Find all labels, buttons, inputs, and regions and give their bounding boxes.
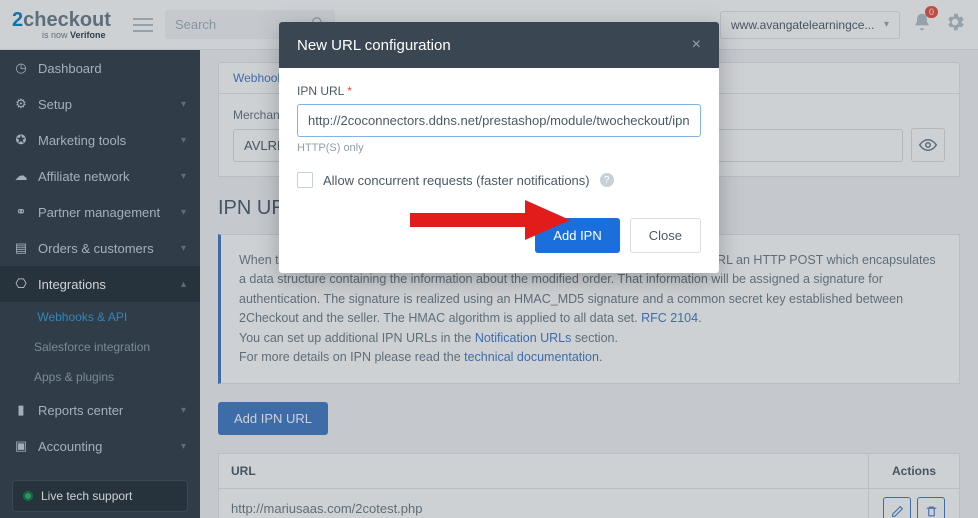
new-url-modal: New URL configuration × IPN URL * HTTP(S… bbox=[279, 22, 719, 273]
concurrent-requests-label: Allow concurrent requests (faster notifi… bbox=[323, 173, 590, 188]
close-button[interactable]: Close bbox=[630, 218, 701, 253]
ipn-url-hint: HTTP(S) only bbox=[297, 142, 701, 154]
ipn-url-label: IPN URL * bbox=[297, 84, 701, 98]
modal-close-button[interactable]: × bbox=[692, 36, 701, 54]
concurrent-requests-checkbox[interactable] bbox=[297, 172, 313, 188]
modal-title: New URL configuration bbox=[297, 37, 451, 54]
help-icon[interactable]: ? bbox=[600, 173, 614, 187]
ipn-url-input[interactable] bbox=[297, 104, 701, 137]
add-ipn-button[interactable]: Add IPN bbox=[535, 218, 619, 253]
